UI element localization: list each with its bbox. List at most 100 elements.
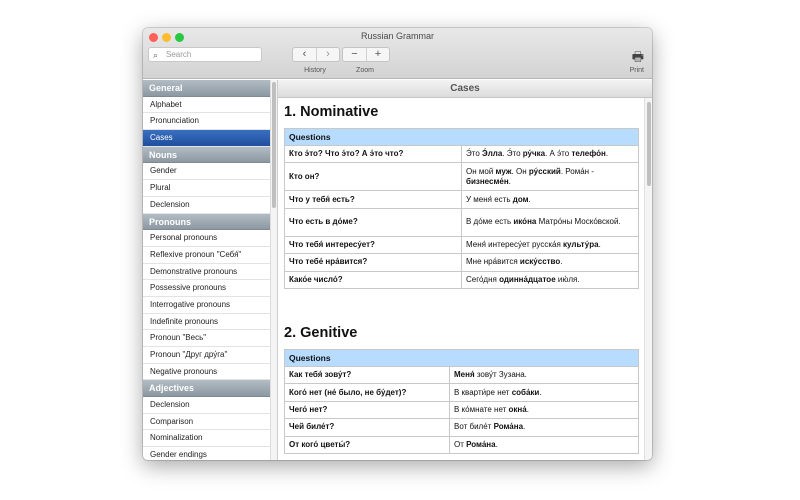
answer-cell: Э́то Э́лла. Э́то ру́чка. А э́то телефо́н… [461,144,639,164]
window-title: Russian Grammar [360,31,434,41]
question-cell: Кого́ нет (не́ было, не бу́дет)? [284,383,450,402]
sidebar-item[interactable]: Alphabet [143,97,270,114]
answer-text: У меня́ есть [466,194,513,204]
sidebar-item[interactable]: Personal pronouns [143,230,270,247]
answer-keyword: одинна́дцатое [499,274,556,284]
answer-keyword: ико́на [513,217,537,227]
answer-keyword: ру́сский [528,166,561,176]
sidebar-item[interactable]: Gender endings [143,447,270,460]
sidebar-item[interactable]: Declension [143,397,270,414]
sidebar-item[interactable]: Nominalization [143,430,270,448]
answer-keyword: дом [512,194,529,204]
cases-table: Questions Кто э́то? Что э́то? А э́то что?… [284,128,639,289]
answer-keyword: муж [495,166,512,176]
answer-keyword: культу́ра [563,239,599,249]
answer-text: . [523,422,526,432]
answer-cell: Сего́дня одинна́дцатое ию́ля. [461,270,639,289]
answer-keyword: Э́лла [482,149,503,159]
answer-text: . А э́то [545,149,572,159]
question-cell: Как тебя́ зову́т? [284,365,450,385]
table-row: Чего́ нет? В ко́мнате нет окна́. [284,400,639,420]
content-pane: Cases 1. Nominative Questions Кто э́то? Чт… [278,80,652,460]
table-row: Кого́ нет (не́ было, не бу́дет)? В кварти… [284,383,639,402]
scroll-thumb[interactable] [647,102,651,186]
sidebar-item[interactable]: Indefinite pronouns [143,314,270,331]
sidebar-section-header: Pronouns [143,213,270,231]
sidebar-item[interactable]: Possessive pronouns [143,280,270,297]
table-header-cell: Questions [284,128,639,146]
sidebar-item[interactable]: Declension [143,197,270,214]
answer-keyword: иску́сство [519,257,561,267]
answer-text: Э́то [466,149,482,159]
table-row: Како́е число́? Сего́дня одинна́дцатое ию́… [284,270,639,289]
zoom-in-button[interactable]: + [366,48,389,61]
cases-table: Questions Как тебя́ зову́т? Меня́ зову́т З… [284,349,639,454]
answer-text: . [526,404,529,414]
sidebar-item[interactable]: Comparison [143,414,270,431]
content-title: Cases [278,80,652,98]
answer-text: Он мой [466,166,496,176]
history-label: History [304,67,326,74]
sidebar-item[interactable]: Negative pronouns [143,364,270,381]
answer-cell: Меня́ интересу́ет русска́я культу́ра. [461,235,639,255]
table-row: Что тебе́ нра́вится? Мне нра́вится иску́с… [284,253,639,272]
question-cell: Кто э́то? Что э́то? А э́то что? [284,144,462,164]
answer-text: . Он [511,166,529,176]
section-title: 1. Nominative [284,104,379,120]
question-cell: От кого́ цветы́? [284,435,450,454]
answer-text: . [605,149,609,159]
answer-text: . [598,239,601,249]
table-row: Кто э́то? Что э́то? А э́то что? Э́то Э́лл… [284,144,639,164]
sidebar-item[interactable]: Cases [143,130,270,147]
sidebar-scrollbar[interactable] [270,80,278,460]
scroll-thumb[interactable] [272,82,276,208]
answer-text: Вот биле́т [454,422,494,432]
question-cell: Что тебя́ интересу́ет? [284,235,462,255]
answer-text: . Рома́н - [560,166,594,176]
question-cell: Кто он? [284,162,462,192]
search-placeholder: Search [166,50,192,59]
answer-cell: Он мой муж. Он ру́сский. Рома́н - бизнес… [461,162,639,192]
question-cell: Како́е число́? [284,270,462,289]
answer-keyword: окна́ [508,404,527,414]
content-scrollbar[interactable] [644,98,652,460]
answer-cell: Меня́ зову́т Зузана. [449,365,639,385]
forward-button[interactable]: › [316,48,339,61]
answer-text: . [560,257,563,267]
table-row: Чей биле́т? Вот биле́т Рома́на. [284,418,639,437]
sidebar-item[interactable]: Gender [143,163,270,181]
answer-cell: В кварти́ре нет соба́ки. [449,383,639,402]
sidebar: General Alphabet Pronunciation Cases Nouns Ge… [143,80,270,460]
zoom-control: − + [342,47,390,62]
table-header-row: Questions [284,128,639,146]
sidebar-item[interactable]: Interrogative pronouns [143,297,270,314]
sidebar-item[interactable]: Plural [143,180,270,197]
sidebar-section-header: Nouns [143,146,270,164]
answer-text: . [528,194,531,204]
print-label: Print [629,67,644,74]
table-header-cell: Questions [284,349,639,367]
sidebar-item[interactable]: Pronoun "Весь" [143,330,270,347]
search-icon: ⌕ [153,50,159,60]
answer-text: В до́ме есть [466,217,514,227]
answer-keyword: Рома́на [466,439,496,449]
search-input[interactable]: ⌕ Search [148,47,262,62]
zoom-label: Zoom [356,67,374,74]
sidebar-item[interactable]: Reflexive pronoun "Себя́" [143,247,270,264]
sidebar-item[interactable]: Demonstrative pronouns [143,264,270,281]
back-button[interactable]: ‹ [293,48,316,61]
answer-text: Сего́дня [466,274,500,284]
answer-text: Мне нра́вится [466,257,520,267]
answer-text: . [495,439,498,449]
table-row: Что у тебя́ есть? У меня́ есть дом. [284,190,639,209]
sidebar-section-header: General [143,80,270,97]
sidebar-item[interactable]: Pronunciation [143,113,270,131]
zoom-out-button[interactable]: − [343,48,366,61]
table-row: Что тебя́ интересу́ет? Меня́ интересу́ет … [284,235,639,255]
question-cell: Чей биле́т? [284,418,450,437]
sidebar-item[interactable]: Pronoun "Друг дру́га" [143,347,270,364]
toolbar: Russian Grammar ⌕ Search ‹ › − + History … [143,28,652,79]
answer-text: В кварти́ре нет [454,387,512,397]
answer-cell: В до́ме есть ико́на Матро́ны Моско́вской… [461,207,639,237]
answer-keyword: ру́чка [522,149,546,159]
